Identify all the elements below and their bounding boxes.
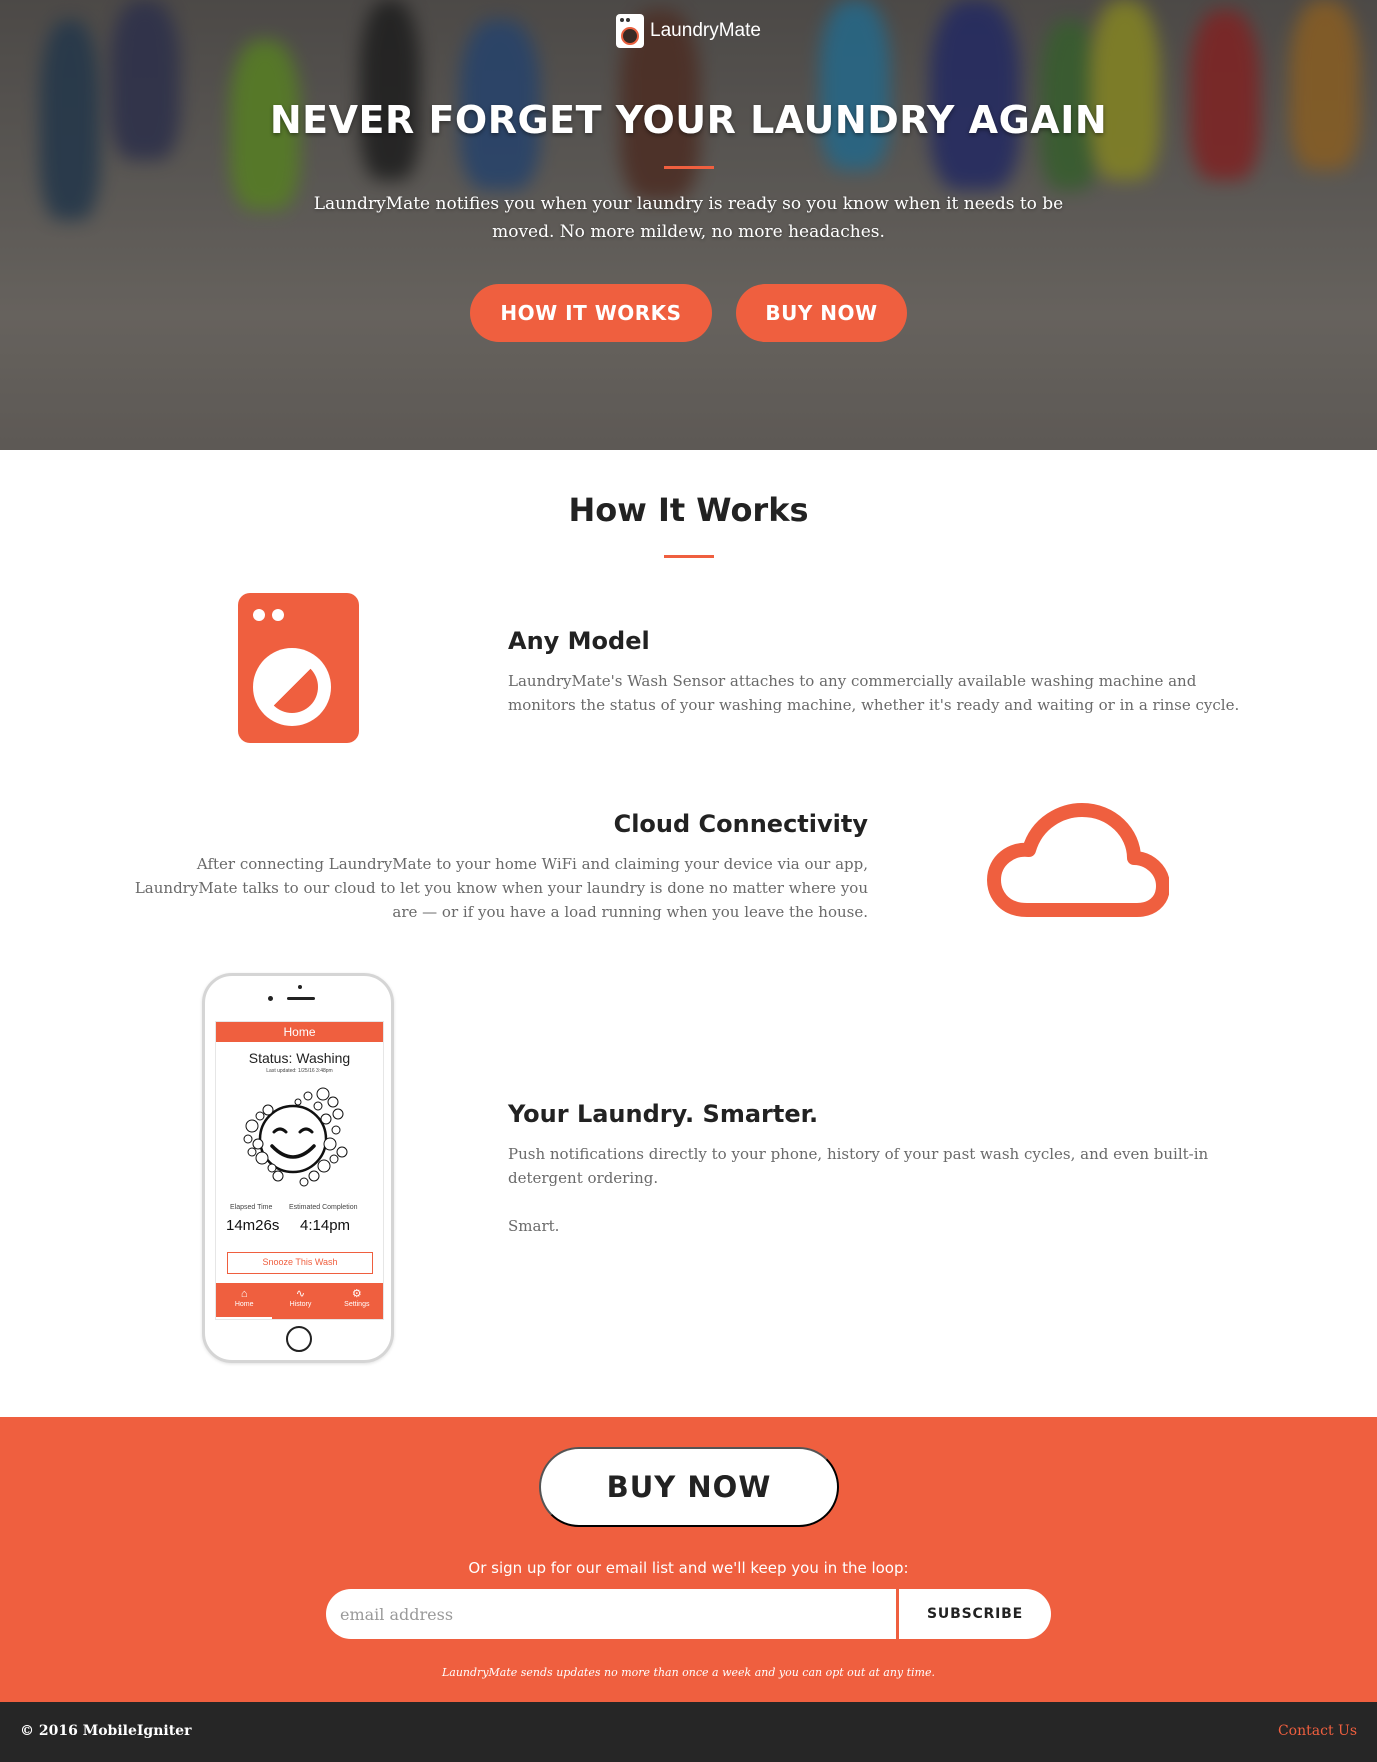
- snooze-button: Snooze This Wash: [227, 1252, 373, 1274]
- app-tab-label: Settings: [344, 1301, 370, 1308]
- app-screen: Home Status: Washing Last updated: 1/25/…: [215, 1021, 384, 1320]
- feature-title-smarter: Your Laundry. Smarter.: [508, 1100, 819, 1128]
- cloud-icon: [987, 803, 1169, 917]
- copyright: © 2016 MobileIgniter: [20, 1723, 192, 1739]
- smiley-bubbles-icon: [243, 1087, 348, 1187]
- footer: © 2016 MobileIgniter Contact Us: [0, 1702, 1377, 1762]
- feature-text-smarter: Push notifications directly to your phon…: [508, 1145, 1209, 1187]
- section-divider: [664, 555, 714, 558]
- app-tab-label: History: [289, 1301, 312, 1308]
- elapsed-time-label: Elapsed Time: [230, 1204, 273, 1211]
- app-tab-settings: ⚙ Settings: [329, 1283, 383, 1319]
- phone-sensor: [268, 996, 273, 1001]
- hero-title: NEVER FORGET YOUR LAUNDRY AGAIN: [269, 98, 1108, 142]
- estimated-completion-label: Estimated Completion: [289, 1204, 358, 1211]
- feature-title-cloud: Cloud Connectivity: [613, 810, 868, 838]
- laundrymate-logo-icon: [616, 14, 645, 48]
- brand[interactable]: LaundryMate: [0, 14, 1377, 48]
- hero-section: LaundryMate NEVER FORGET YOUR LAUNDRY AG…: [0, 0, 1377, 450]
- cta-section: BUY NOW Or sign up for our email list an…: [0, 1417, 1377, 1702]
- phone-home-button: [286, 1326, 312, 1352]
- email-input[interactable]: [326, 1589, 896, 1639]
- signup-note: LaundryMate sends updates no more than o…: [441, 1666, 935, 1679]
- phone-speaker: [287, 997, 315, 1000]
- hero-subtitle: LaundryMate notifies you when your laund…: [313, 194, 1064, 242]
- title-divider: [664, 166, 714, 169]
- gear-icon: ⚙: [351, 1288, 362, 1300]
- contact-us-link[interactable]: Contact Us: [1278, 1723, 1357, 1739]
- app-status: Status: Washing: [248, 1050, 351, 1066]
- feature-text-any-model: LaundryMate's Wash Sensor attaches to an…: [508, 672, 1240, 714]
- feature-title-any-model: Any Model: [508, 627, 650, 655]
- buy-now-button[interactable]: BUY NOW: [736, 284, 907, 342]
- app-tab-history: ∿ History: [272, 1283, 328, 1319]
- pulse-icon: ∿: [295, 1288, 306, 1300]
- signup-text: Or sign up for our email list and we'll …: [468, 1559, 909, 1577]
- feature-text-cloud: After connecting LaundryMate to your hom…: [134, 855, 868, 921]
- estimated-completion-value: 4:14pm: [300, 1217, 351, 1234]
- app-header: Home: [216, 1022, 383, 1042]
- washing-machine-icon: [238, 593, 359, 743]
- app-tab-label: Home: [234, 1301, 254, 1308]
- app-tab-home: ⌂ Home: [216, 1283, 273, 1319]
- elapsed-time-value: 14m26s: [226, 1217, 280, 1234]
- app-last-updated: Last updated: 1/25/16 3:48pm: [266, 1068, 333, 1074]
- home-icon: ⌂: [240, 1288, 248, 1300]
- subscribe-button[interactable]: SUBSCRIBE: [899, 1589, 1051, 1639]
- brand-name: LaundryMate: [650, 20, 761, 41]
- phone-camera: [298, 985, 302, 989]
- cta-buy-now-button[interactable]: BUY NOW: [539, 1447, 839, 1527]
- app-tab-bar: ⌂ Home ∿ History ⚙ Settings: [216, 1283, 383, 1319]
- how-it-works-title: How It Works: [568, 491, 809, 529]
- how-it-works-button[interactable]: HOW IT WORKS: [470, 284, 712, 342]
- phone-mockup: Home Status: Washing Last updated: 1/25/…: [202, 973, 394, 1363]
- feature-text-smart: Smart.: [508, 1217, 560, 1235]
